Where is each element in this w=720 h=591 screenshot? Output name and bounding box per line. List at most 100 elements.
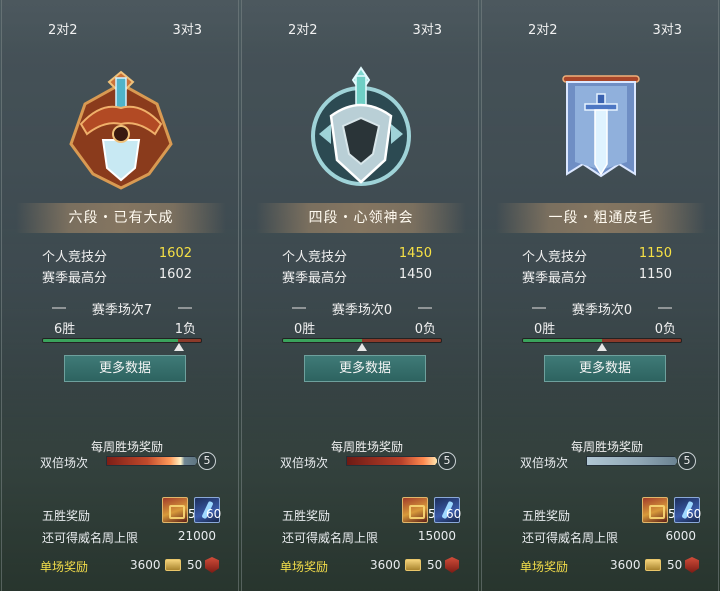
season-games-title: 赛季场次0 bbox=[292, 299, 432, 318]
mode-tabs: 2对2 3对3 bbox=[482, 0, 718, 56]
single-reward-row: 单场奖励 3600 50 bbox=[520, 555, 704, 577]
wins-label: 0胜 bbox=[294, 322, 316, 337]
season-games-title: 赛季场次7 bbox=[52, 299, 192, 318]
season-high-row: 赛季最高分 1150 bbox=[522, 267, 682, 287]
treasure-chest-icon[interactable] bbox=[402, 497, 428, 523]
double-games-label: 双倍场次 bbox=[280, 456, 329, 470]
double-games-row: 双倍场次 5 bbox=[40, 452, 220, 470]
win-fill bbox=[523, 339, 602, 342]
double-games-bar bbox=[586, 456, 678, 466]
key-count: 60 bbox=[686, 507, 702, 521]
five-win-reward-row: 五胜奖励 5 60 bbox=[522, 497, 702, 525]
mode-tabs: 2对2 3对3 bbox=[242, 0, 478, 56]
rank-panel-3: 2对2 3对3 一段・粗通皮毛 个人竞技分 1150 赛季最高分 1150 赛季… bbox=[481, 0, 719, 591]
single-reward-row: 单场奖励 3600 50 bbox=[40, 555, 224, 577]
losses-label: 0负 bbox=[414, 322, 436, 337]
season-games-title: 赛季场次0 bbox=[532, 299, 672, 318]
double-count-badge: 5 bbox=[678, 452, 696, 470]
season-high-label: 赛季最高分 bbox=[522, 271, 588, 286]
single-token-value: 50 bbox=[427, 558, 443, 572]
left-ornament-icon bbox=[532, 307, 546, 309]
double-games-label: 双倍场次 bbox=[520, 456, 569, 470]
personal-score-row: 个人竞技分 1150 bbox=[522, 246, 682, 266]
tab-2v2[interactable]: 2对2 bbox=[48, 19, 78, 38]
tab-2v2[interactable]: 2对2 bbox=[288, 19, 318, 38]
double-games-bar bbox=[346, 456, 438, 466]
rank-title-banner: 一段・粗通皮毛 bbox=[496, 203, 706, 233]
win-loss-row: 6胜 1负 bbox=[50, 318, 196, 337]
season-games-label: 赛季场次0 bbox=[331, 303, 393, 318]
weekly-cap-row: 还可得威名周上限 15000 bbox=[282, 527, 462, 545]
honor-token-icon bbox=[445, 557, 459, 573]
double-games-bar bbox=[106, 456, 198, 466]
win-fill bbox=[43, 339, 179, 342]
season-games-label: 赛季场次7 bbox=[91, 303, 153, 318]
season-high-value: 1150 bbox=[638, 267, 672, 282]
season-high-value: 1450 bbox=[398, 267, 432, 282]
single-reward-label: 单场奖励 bbox=[520, 560, 569, 574]
weekly-cap-value: 15000 bbox=[417, 529, 456, 543]
single-token-value: 50 bbox=[667, 558, 683, 572]
losses-label: 1负 bbox=[174, 322, 196, 337]
weekly-cap-label: 还可得威名周上限 bbox=[522, 531, 619, 545]
weekly-cap-row: 还可得威名周上限 21000 bbox=[42, 527, 222, 545]
five-win-label: 五胜奖励 bbox=[282, 509, 331, 523]
right-ornament-icon bbox=[418, 307, 432, 309]
weekly-cap-label: 还可得威名周上限 bbox=[42, 531, 139, 545]
treasure-chest-icon[interactable] bbox=[162, 497, 188, 523]
honor-token-icon bbox=[685, 557, 699, 573]
win-loss-marker-icon bbox=[174, 343, 185, 351]
season-high-value: 1602 bbox=[158, 267, 192, 282]
tab-2v2[interactable]: 2对2 bbox=[528, 19, 558, 38]
win-fill bbox=[283, 339, 362, 342]
single-reward-label: 单场奖励 bbox=[280, 560, 329, 574]
weekly-cap-row: 还可得威名周上限 6000 bbox=[522, 527, 702, 545]
season-high-label: 赛季最高分 bbox=[282, 271, 348, 286]
weekly-cap-value: 6000 bbox=[665, 529, 696, 543]
more-data-button[interactable]: 更多数据 bbox=[64, 355, 186, 382]
personal-score-value: 1602 bbox=[158, 246, 192, 261]
tab-3v3[interactable]: 3对3 bbox=[652, 19, 682, 38]
single-gold-value: 3600 bbox=[610, 558, 641, 572]
coin-icon bbox=[645, 559, 661, 571]
season-high-label: 赛季最高分 bbox=[42, 271, 108, 286]
win-loss-marker-icon bbox=[597, 343, 607, 351]
personal-score-label: 个人竞技分 bbox=[522, 250, 588, 265]
single-token-value: 50 bbox=[187, 558, 203, 572]
rank-panel-1: 2对2 3对3 六段・已有大成 个人竞技分 1602 赛季最高分 1602 赛季… bbox=[1, 0, 239, 591]
honor-token-icon bbox=[205, 557, 219, 573]
wins-label: 0胜 bbox=[534, 322, 556, 337]
five-win-label: 五胜奖励 bbox=[522, 509, 571, 523]
bronze-winged-shield-emblem-icon bbox=[69, 70, 173, 190]
treasure-chest-icon[interactable] bbox=[642, 497, 668, 523]
coin-icon bbox=[165, 559, 181, 571]
double-count-badge: 5 bbox=[438, 452, 456, 470]
key-count: 60 bbox=[206, 507, 222, 521]
rank-title-banner: 四段・心领神会 bbox=[256, 203, 466, 233]
rank-title-banner: 六段・已有大成 bbox=[16, 203, 226, 233]
win-loss-row: 0胜 0负 bbox=[530, 318, 676, 337]
win-loss-row: 0胜 0负 bbox=[290, 318, 436, 337]
personal-score-label: 个人竞技分 bbox=[282, 250, 348, 265]
five-win-reward-row: 五胜奖励 5 60 bbox=[42, 497, 222, 525]
personal-score-row: 个人竞技分 1450 bbox=[282, 246, 442, 266]
left-ornament-icon bbox=[292, 307, 306, 309]
tab-3v3[interactable]: 3对3 bbox=[412, 19, 442, 38]
losses-label: 0负 bbox=[654, 322, 676, 337]
double-games-row: 双倍场次 5 bbox=[520, 452, 700, 470]
double-games-label: 双倍场次 bbox=[40, 456, 89, 470]
personal-score-row: 个人竞技分 1602 bbox=[42, 246, 202, 266]
mode-tabs: 2对2 3对3 bbox=[2, 0, 238, 56]
more-data-button[interactable]: 更多数据 bbox=[544, 355, 666, 382]
rank-panel-2: 2对2 3对3 四段・心领神会 个人竞技分 1450 赛季最高分 1450 赛季… bbox=[241, 0, 479, 591]
wins-label: 6胜 bbox=[54, 322, 76, 337]
more-data-button[interactable]: 更多数据 bbox=[304, 355, 426, 382]
right-ornament-icon bbox=[658, 307, 672, 309]
single-reward-row: 单场奖励 3600 50 bbox=[280, 555, 464, 577]
season-high-row: 赛季最高分 1450 bbox=[282, 267, 442, 287]
silver-spiked-shield-emblem-icon bbox=[311, 66, 411, 186]
tab-3v3[interactable]: 3对3 bbox=[172, 19, 202, 38]
single-gold-value: 3600 bbox=[370, 558, 401, 572]
season-high-row: 赛季最高分 1602 bbox=[42, 267, 202, 287]
single-gold-value: 3600 bbox=[130, 558, 161, 572]
